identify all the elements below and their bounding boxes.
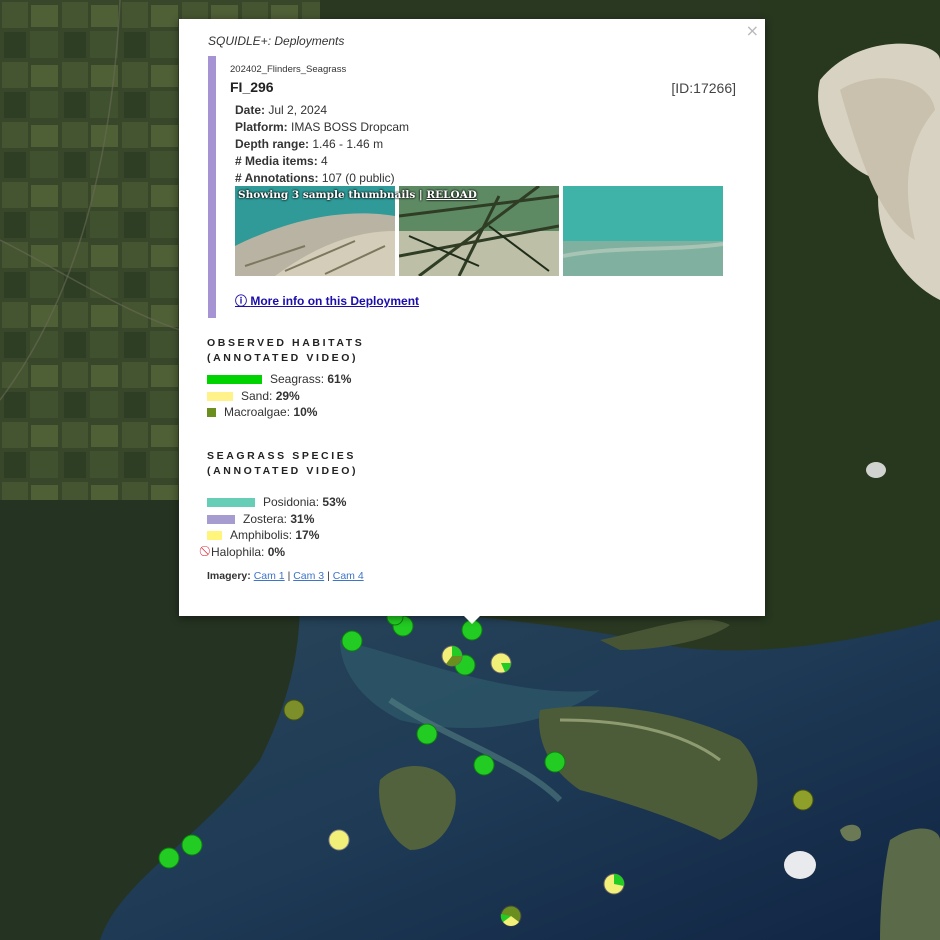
marker-mixed [603, 873, 625, 895]
meta-depth: Depth range: 1.46 - 1.46 m [235, 137, 384, 151]
marker-mixed [500, 905, 522, 927]
cam-3-link[interactable]: Cam 3 [293, 570, 324, 582]
bar-posidonia [207, 497, 255, 507]
bar-seagrass [207, 374, 262, 384]
species-legend: Posidonia: 53% Zostera: 31% Amphibolis: … [207, 494, 346, 561]
legend-row-amphibolis: Amphibolis: 17% [207, 527, 346, 544]
marker-macroalgae [792, 789, 814, 811]
deployment-name: FI_296 [230, 79, 274, 95]
bar-macroalgae [207, 408, 216, 418]
marker-seagrass [158, 847, 180, 869]
marker-mixed [490, 652, 512, 674]
meta-date: Date: Jul 2, 2024 [235, 103, 328, 117]
legend-row-seagrass: Seagrass: 61% [207, 371, 351, 388]
legend-row-sand: Sand: 29% [207, 388, 351, 405]
bar-sand [207, 391, 233, 401]
popup-pointer [462, 614, 482, 624]
deployment-card: 202402_Flinders_Seagrass FI_296 [ID:1726… [208, 56, 740, 318]
deployment-popup: × SQUIDLE+: Deployments 202402_Flinders_… [179, 19, 765, 616]
marker-mixed [441, 645, 463, 667]
bar-zostera [207, 514, 235, 524]
more-info-link[interactable]: ⓘ More info on this Deployment [235, 292, 419, 309]
legend-row-halophila: ⃠Halophila: 0% [211, 545, 286, 560]
deployment-id: [ID:17266] [671, 80, 736, 96]
thumbnail-strip: Showing 3 sample thumbnails | RELOAD [235, 186, 725, 276]
habitats-legend: Seagrass: 61% Sand: 29% Macroalgae: 10% [207, 371, 351, 421]
cam-1-link[interactable]: Cam 1 [254, 570, 285, 582]
campaign-name: 202402_Flinders_Seagrass [230, 64, 347, 75]
deployment-meta: Date: Jul 2, 2024 Platform: IMAS BOSS Dr… [235, 102, 409, 187]
popup-source: SQUIDLE+: Deployments [208, 34, 345, 48]
species-title: SEAGRASS SPECIES (ANNOTATED VIDEO) [207, 450, 359, 477]
thumbnail-caption: Showing 3 sample thumbnails | RELOAD [238, 189, 477, 201]
close-icon[interactable]: × [746, 21, 759, 40]
marker-seagrass [416, 723, 438, 745]
thumbnail-3[interactable] [563, 186, 723, 276]
legend-row-posidonia: Posidonia: 53% [207, 494, 346, 511]
meta-media: # Media items: 4 [235, 154, 328, 168]
legend-row-zostera: Zostera: 31% [207, 511, 346, 528]
cam-4-link[interactable]: Cam 4 [333, 570, 364, 582]
habitats-title: OBSERVED HABITATS (ANNOTATED VIDEO) [207, 337, 365, 364]
meta-platform: Platform: IMAS BOSS Dropcam [235, 120, 410, 134]
marker-seagrass [473, 754, 495, 776]
imagery-links: Imagery: Cam 1 | Cam 3 | Cam 4 [207, 570, 364, 582]
bar-amphibolis [207, 531, 222, 541]
marker-seagrass [341, 630, 363, 652]
marker-seagrass [181, 834, 203, 856]
reload-link[interactable]: RELOAD [426, 189, 477, 201]
meta-annotations: # Annotations: 107 (0 public) [235, 171, 395, 185]
info-icon: ⓘ [235, 294, 248, 308]
legend-row-macroalgae: Macroalgae: 10% [207, 404, 351, 421]
marker-seagrass [544, 751, 566, 773]
marker-macroalgae [283, 699, 305, 721]
marker-sand [328, 829, 350, 851]
